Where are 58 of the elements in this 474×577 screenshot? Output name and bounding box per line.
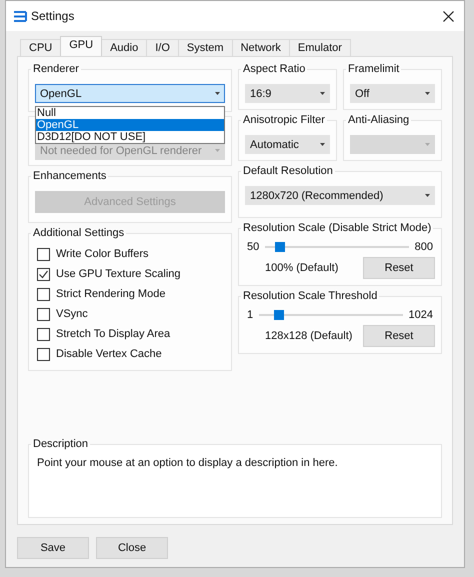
caret-icon xyxy=(320,92,325,95)
slider-min: 1 xyxy=(247,309,254,321)
checkbox-label[interactable]: Stretch To Display Area xyxy=(56,328,170,340)
group-title: Resolution Scale (Disable Strict Mode) xyxy=(242,222,432,234)
checkbox-label[interactable]: Disable Vertex Cache xyxy=(56,348,162,360)
app-icon xyxy=(14,10,27,22)
tab[interactable]: Emulator xyxy=(288,39,351,56)
dropdown-option[interactable]: OpenGL xyxy=(36,119,224,131)
checkbox[interactable] xyxy=(37,248,50,260)
caret-icon xyxy=(320,143,325,146)
dropdown[interactable]: Automatic xyxy=(245,135,330,154)
caret-icon xyxy=(425,194,430,197)
dropdown-option[interactable]: Null xyxy=(36,107,224,119)
caret-icon xyxy=(215,92,220,95)
group-title: Anisotropic Filter xyxy=(242,114,326,126)
tab[interactable]: GPU xyxy=(60,36,102,56)
caret-icon xyxy=(215,149,220,152)
group-title: Resolution Scale Threshold xyxy=(242,290,378,302)
slider-min: 50 xyxy=(247,241,260,253)
checkbox-label[interactable]: Use GPU Texture Scaling xyxy=(56,268,181,280)
dialog-button[interactable]: Close xyxy=(96,537,168,559)
reset-button[interactable]: Reset xyxy=(363,257,435,279)
window-title: Settings xyxy=(31,9,76,23)
checkbox-label[interactable]: VSync xyxy=(56,308,88,320)
reset-button[interactable]: Reset xyxy=(363,325,435,347)
slider-max: 1024 xyxy=(408,309,433,321)
slider-thumb[interactable] xyxy=(274,310,284,320)
caret-icon xyxy=(425,92,430,95)
close-icon[interactable] xyxy=(443,10,454,22)
checkbox[interactable] xyxy=(37,328,50,340)
dropdown-option[interactable]: D3D12[DO NOT USE] xyxy=(36,131,224,143)
dropdown[interactable]: OpenGL xyxy=(35,84,225,103)
dropdown[interactable]: 1280x720 (Recommended) xyxy=(245,186,435,205)
tab[interactable]: CPU xyxy=(20,39,62,56)
group-title: Anti-Aliasing xyxy=(347,114,410,126)
checkbox-label[interactable]: Strict Rendering Mode xyxy=(56,288,166,300)
checkbox[interactable] xyxy=(37,288,50,300)
slider-max: 800 xyxy=(414,241,433,253)
description-text: Point your mouse at an option to display a description in here. xyxy=(36,456,339,471)
dialog-button[interactable]: Save xyxy=(17,537,89,559)
checkbox-label[interactable]: Write Color Buffers xyxy=(56,248,149,260)
dropdown[interactable]: 16:9 xyxy=(245,84,330,103)
checkbox[interactable] xyxy=(37,268,50,280)
group-title: Framelimit xyxy=(347,63,400,75)
caret-icon xyxy=(425,143,430,146)
slider-reading: 128x128 (Default) xyxy=(265,330,352,342)
group-title: Aspect Ratio xyxy=(242,63,306,75)
slider-reading: 100% (Default) xyxy=(265,262,338,274)
checkbox[interactable] xyxy=(37,348,50,360)
group-title: Renderer xyxy=(32,63,80,75)
group-title: Additional Settings xyxy=(32,227,126,239)
group-title: Default Resolution xyxy=(242,165,334,177)
group-title: Description xyxy=(32,438,90,450)
tab[interactable]: System xyxy=(178,39,233,56)
dropdown[interactable]: Off xyxy=(350,84,435,103)
slider-thumb[interactable] xyxy=(274,242,285,252)
checkbox[interactable] xyxy=(37,308,50,320)
group-title: Enhancements xyxy=(32,170,108,182)
